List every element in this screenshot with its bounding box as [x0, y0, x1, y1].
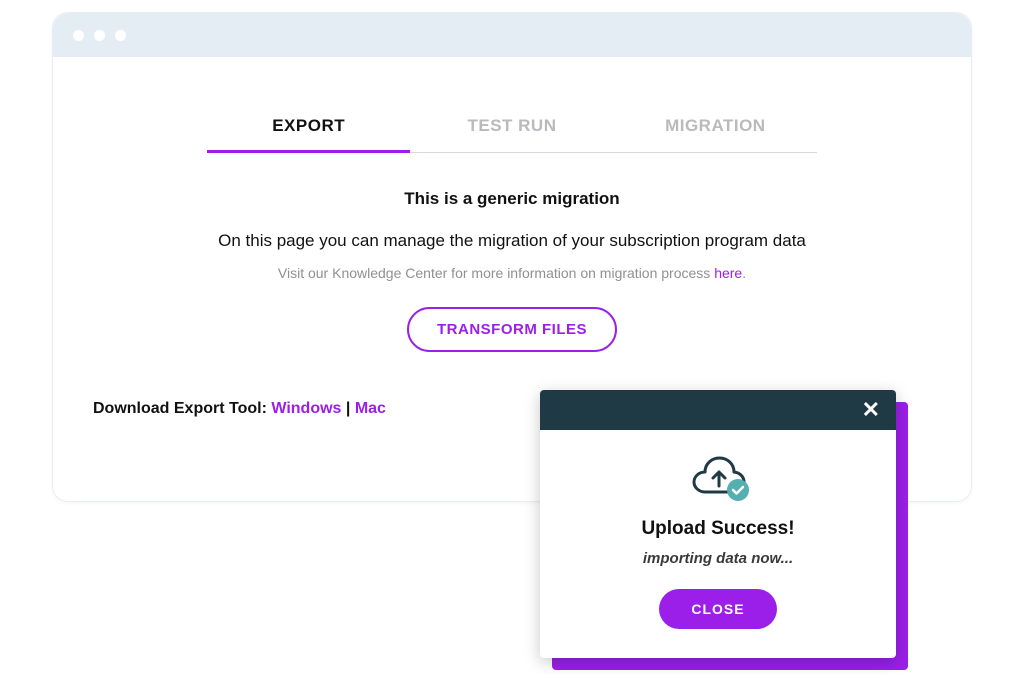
page-title: This is a generic migration — [93, 189, 931, 209]
browser-titlebar — [53, 13, 971, 57]
help-suffix: . — [742, 265, 746, 281]
download-label: Download Export Tool: — [93, 400, 271, 417]
modal-subtitle: importing data now... — [560, 550, 876, 567]
tab-test-run[interactable]: TEST RUN — [410, 98, 613, 153]
window-dot-icon — [94, 30, 105, 41]
modal-body: Upload Success! importing data now... CL… — [540, 430, 896, 649]
transform-files-button[interactable]: TRANSFORM FILES — [407, 307, 617, 352]
upload-icon-wrap — [560, 452, 876, 502]
upload-success-modal: ✕ Upload Success! importing data now... … — [540, 390, 896, 658]
modal-title: Upload Success! — [560, 518, 876, 540]
modal-header: ✕ — [540, 390, 896, 430]
window-dot-icon — [115, 30, 126, 41]
help-link[interactable]: here — [714, 265, 742, 281]
help-prefix: Visit our Knowledge Center for more info… — [278, 265, 714, 281]
download-windows-link[interactable]: Windows — [271, 400, 341, 417]
download-mac-link[interactable]: Mac — [355, 400, 386, 417]
help-text: Visit our Knowledge Center for more info… — [93, 265, 931, 281]
window-dot-icon — [73, 30, 84, 41]
close-icon[interactable]: ✕ — [858, 397, 884, 423]
page-subtitle: On this page you can manage the migratio… — [93, 231, 931, 251]
cloud-upload-success-icon — [684, 452, 752, 502]
close-button[interactable]: CLOSE — [659, 589, 776, 629]
download-separator: | — [341, 400, 354, 417]
tab-migration[interactable]: MIGRATION — [614, 98, 817, 153]
tab-bar: EXPORT TEST RUN MIGRATION — [207, 97, 817, 153]
export-content: This is a generic migration On this page… — [93, 189, 931, 352]
tab-export[interactable]: EXPORT — [207, 98, 410, 153]
